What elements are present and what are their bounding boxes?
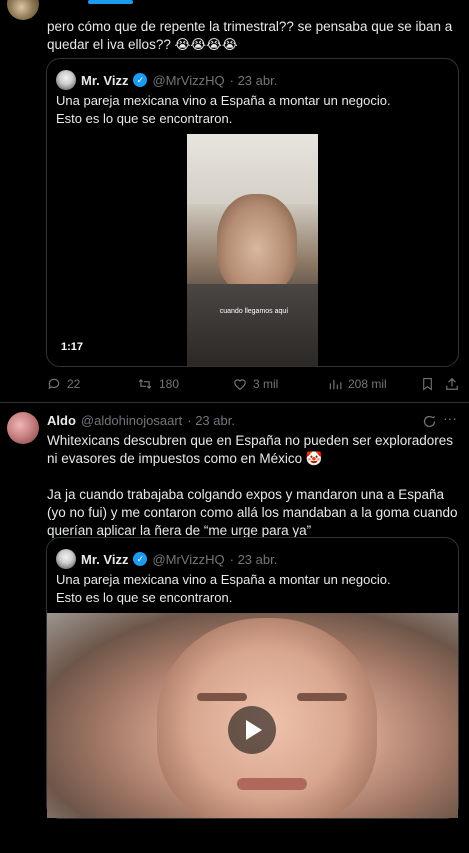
tweet2-header: Aldo @aldohinojosaart · 23 abr. [47, 413, 235, 428]
active-tab-indicator [88, 0, 133, 4]
quote-handle: @MrVizzHQ [152, 72, 225, 88]
quote-text: Una pareja mexicana vino a España a mont… [56, 93, 391, 126]
tweet2-avatar[interactable] [7, 412, 39, 444]
tweet1-action-bar: 22 180 3 mil 208 mil [47, 376, 459, 392]
quote-author-name: Mr. Vizz [81, 72, 129, 88]
repost-button[interactable]: 180 [137, 377, 179, 391]
tweet-divider [0, 402, 469, 403]
like-count: 3 mil [253, 377, 279, 391]
play-icon [246, 720, 262, 740]
bookmark-icon [423, 378, 432, 391]
video-caption-overlay: cuando llegamos aquí [219, 308, 289, 315]
tweet2-text: Whitexicans descubren que en España no p… [47, 433, 458, 538]
quote-date: · 23 abr. [229, 72, 278, 88]
video-eye-left [197, 693, 247, 701]
video-person-body [187, 284, 318, 366]
views-icon [329, 379, 342, 390]
bookmark-button[interactable] [421, 377, 434, 391]
views-button[interactable]: 208 mil [328, 377, 387, 391]
tweet2-handle[interactable]: @aldohinojosaart [81, 413, 182, 428]
grok-icon[interactable] [422, 414, 437, 429]
repost-icon [138, 379, 152, 389]
reply-button[interactable]: 22 [47, 377, 80, 391]
video-person-face [217, 194, 297, 294]
quote-header: Mr. Vizz ✓ @MrVizzHQ · 23 abr. [56, 70, 277, 90]
quote-handle: @MrVizzHQ [152, 551, 225, 567]
video-mouth [237, 778, 307, 790]
repost-count: 180 [159, 377, 180, 391]
video-eye-right [297, 693, 347, 701]
tweet2-date[interactable]: · 23 abr. [187, 413, 235, 428]
verified-badge-icon: ✓ [133, 73, 148, 87]
tweet1-avatar[interactable] [7, 0, 39, 20]
tweet1-text: pero cómo que de repente la trimestral??… [47, 19, 453, 52]
quote-header: Mr. Vizz ✓ @MrVizzHQ · 23 abr. [56, 549, 277, 569]
tweet2-author-name[interactable]: Aldo [47, 413, 76, 428]
share-button[interactable] [445, 377, 459, 391]
heart-icon [234, 379, 246, 390]
reply-icon [48, 378, 60, 390]
quote-avatar [56, 549, 76, 569]
verified-badge-icon: ✓ [133, 552, 148, 566]
quote-avatar [56, 70, 76, 90]
views-count: 208 mil [348, 377, 387, 391]
like-button[interactable]: 3 mil [233, 377, 278, 391]
reply-count: 22 [67, 377, 81, 391]
more-icon[interactable]: ··· [443, 410, 457, 426]
quote-author-name: Mr. Vizz [81, 551, 129, 567]
share-icon [446, 377, 458, 390]
quote-video-thumbnail[interactable]: cuando llegamos aquí [187, 134, 318, 366]
quote-text: Una pareja mexicana vino a España a mont… [56, 572, 391, 605]
play-button[interactable] [228, 706, 276, 754]
video-duration: 1:17 [61, 341, 84, 353]
quote-date: · 23 abr. [229, 551, 278, 567]
